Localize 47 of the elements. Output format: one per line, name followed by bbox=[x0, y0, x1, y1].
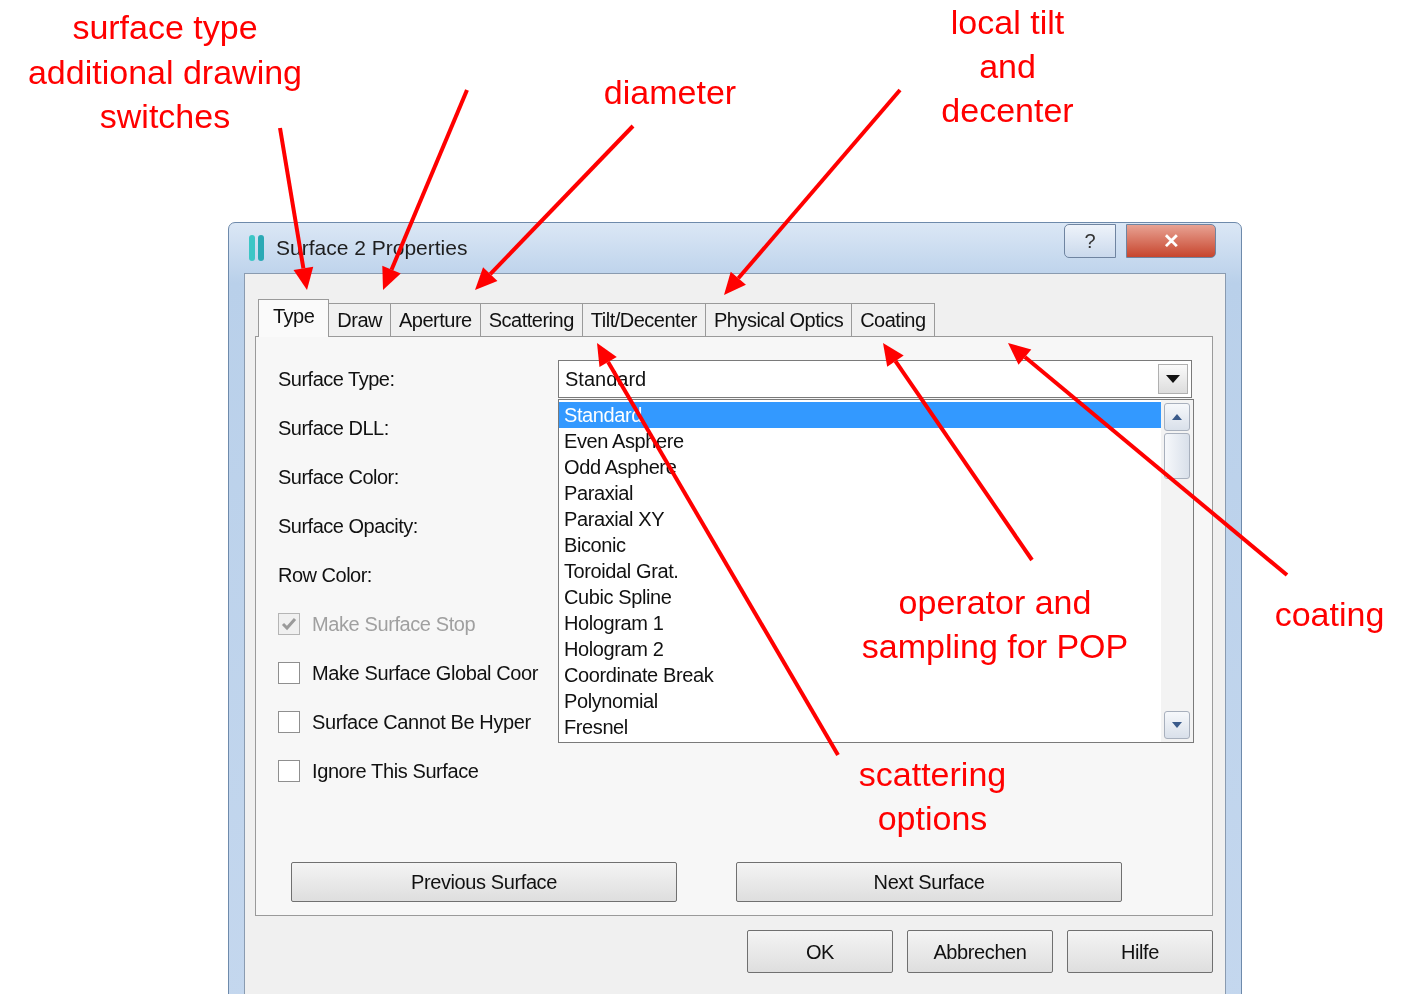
cancel-button[interactable]: Abbrechen bbox=[907, 930, 1053, 973]
annotation-text: diameter bbox=[602, 72, 738, 113]
scroll-down-button[interactable] bbox=[1164, 711, 1190, 739]
field-label: Row Color: bbox=[278, 562, 373, 588]
tab[interactable]: Coating bbox=[851, 303, 935, 336]
check-icon bbox=[281, 616, 297, 631]
annotation-text: surface type bbox=[71, 7, 259, 48]
field-label: Surface Color: bbox=[278, 464, 400, 490]
dropdown-option[interactable]: Biconic bbox=[559, 532, 626, 558]
help-button[interactable]: Hilfe bbox=[1067, 930, 1213, 973]
checkbox[interactable] bbox=[278, 661, 300, 684]
dropdown-option[interactable]: Cubic Spline bbox=[559, 584, 672, 610]
dropdown-option[interactable]: Paraxial bbox=[559, 480, 634, 506]
scroll-up-button[interactable] bbox=[1164, 403, 1190, 431]
checkbox[interactable] bbox=[278, 710, 300, 733]
annotation-text: additional drawing switches bbox=[26, 52, 304, 137]
checkbox-label: Surface Cannot Be Hyper bbox=[312, 709, 531, 735]
checkbox[interactable] bbox=[278, 759, 300, 782]
nav-button[interactable]: Next Surface bbox=[736, 862, 1122, 902]
annotation-text: coating bbox=[1273, 594, 1386, 635]
help-button[interactable]: ? bbox=[1064, 224, 1116, 258]
dropdown-option[interactable]: Coordinate Break bbox=[559, 662, 714, 688]
annotation-text: scattering options bbox=[857, 754, 1008, 839]
scrollbar[interactable] bbox=[1161, 400, 1193, 742]
field-label: Surface Type: bbox=[278, 366, 396, 392]
annotation-text: operator and sampling for POP bbox=[860, 582, 1130, 667]
field-label: Surface Opacity: bbox=[278, 513, 419, 539]
down-arrow-icon bbox=[1172, 722, 1182, 728]
dropdown-option[interactable]: Toroidal Grat. bbox=[559, 558, 679, 584]
lens-icon bbox=[248, 233, 266, 263]
dropdown-option[interactable]: Hologram 1 bbox=[559, 610, 664, 636]
dropdown-button[interactable] bbox=[1158, 363, 1188, 394]
dropdown-option[interactable]: Hologram 2 bbox=[559, 636, 664, 662]
dropdown-option[interactable]: Fresnel bbox=[559, 714, 628, 740]
field-label: Surface DLL: bbox=[278, 415, 390, 441]
tab[interactable]: Type bbox=[258, 299, 330, 337]
nav-button[interactable]: Previous Surface bbox=[291, 862, 677, 902]
up-arrow-icon bbox=[1172, 414, 1182, 420]
dropdown-option[interactable]: Polynomial bbox=[559, 688, 658, 714]
dropdown-option[interactable]: Paraxial XY bbox=[559, 506, 665, 532]
checkbox-label: Ignore This Surface bbox=[312, 758, 479, 784]
checkbox-label: Make Surface Stop bbox=[312, 611, 476, 637]
ok-button[interactable]: OK bbox=[747, 930, 893, 973]
checkbox-label: Make Surface Global Coor bbox=[312, 660, 539, 686]
annotation-text: local tilt and decenter bbox=[940, 2, 1075, 131]
scroll-thumb[interactable] bbox=[1164, 433, 1190, 479]
caret-icon bbox=[1166, 374, 1180, 383]
